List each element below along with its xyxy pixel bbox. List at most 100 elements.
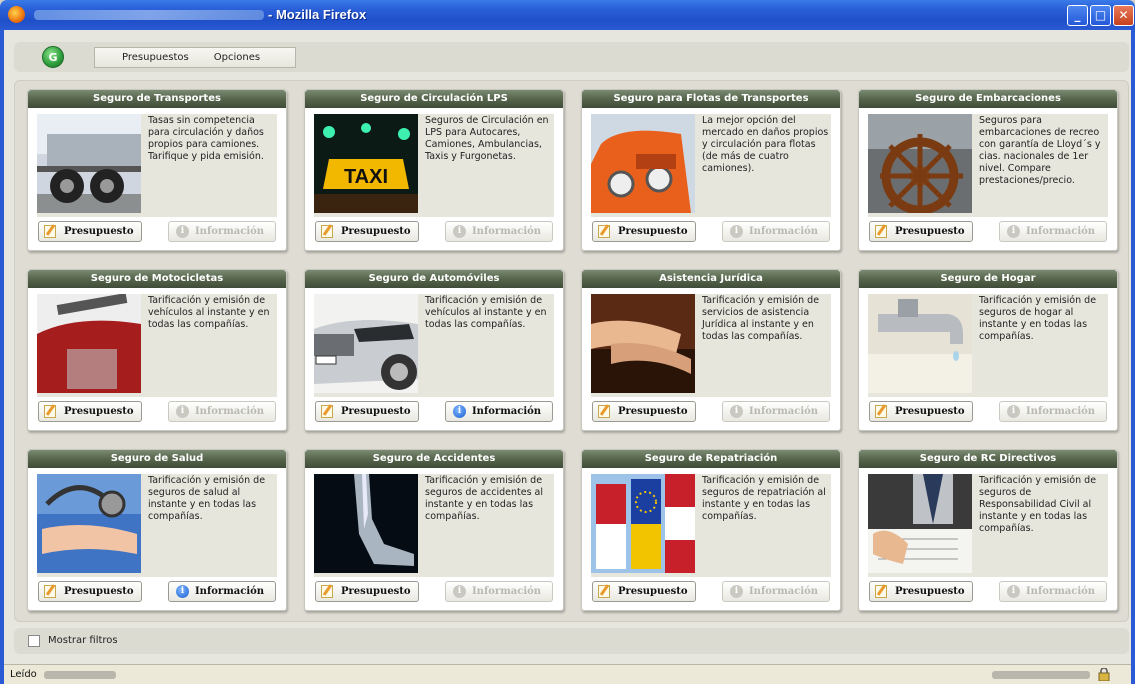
blurred-status-url: [44, 671, 116, 679]
presupuesto-button[interactable]: Presupuesto: [315, 221, 419, 242]
informacion-button[interactable]: i Información: [999, 221, 1107, 242]
card-title: Seguro de RC Directivos: [859, 450, 1117, 468]
informacion-button[interactable]: i Información: [168, 401, 276, 422]
pencil-icon: [598, 585, 610, 598]
card-title: Seguro de Motocicletas: [28, 270, 286, 288]
presupuesto-label: Presupuesto: [64, 586, 134, 597]
informacion-button[interactable]: i Información: [722, 401, 830, 422]
minimize-button[interactable]: _: [1067, 5, 1088, 26]
informacion-label: Información: [472, 406, 542, 417]
blurred-status-host: [992, 671, 1090, 679]
pencil-icon: [875, 405, 887, 418]
card-image-flags: [591, 474, 695, 573]
product-card: Seguro de Hogar Tarificación y emisión de…: [858, 269, 1118, 431]
info-icon: i: [1007, 225, 1020, 238]
presupuesto-button[interactable]: Presupuesto: [315, 401, 419, 422]
presupuesto-label: Presupuesto: [895, 226, 965, 237]
menu-item-presupuestos[interactable]: Presupuestos: [122, 52, 189, 63]
card-title: Seguro de Accidentes: [305, 450, 563, 468]
filters-bar: Mostrar filtros: [14, 628, 1129, 654]
presupuesto-label: Presupuesto: [895, 586, 965, 597]
pencil-icon: [321, 405, 333, 418]
presupuesto-button[interactable]: Presupuesto: [315, 581, 419, 602]
info-icon: i: [730, 405, 743, 418]
presupuesto-label: Presupuesto: [64, 406, 134, 417]
card-title: Seguro de Repatriación: [582, 450, 840, 468]
status-bar: Leído: [4, 664, 1131, 684]
presupuesto-button[interactable]: Presupuesto: [592, 221, 696, 242]
title-bar: - Mozilla Firefox _ □ ✕: [0, 0, 1135, 30]
app-logo-icon[interactable]: G: [42, 46, 64, 68]
card-body: La mejor opción del mercado en daños pro…: [591, 114, 831, 217]
status-text: Leído: [10, 669, 37, 680]
presupuesto-label: Presupuesto: [341, 226, 411, 237]
product-card: Seguro de RC Directivos Tarificación y em…: [858, 449, 1118, 611]
card-body: Tarificación y emisión de vehículos al i…: [314, 294, 554, 397]
card-image-signing-document: [868, 474, 972, 573]
informacion-label: Información: [749, 226, 819, 237]
main-menu: Presupuestos Opciones: [94, 47, 296, 68]
informacion-label: Información: [749, 406, 819, 417]
presupuesto-button[interactable]: Presupuesto: [592, 581, 696, 602]
blurred-url: [34, 10, 264, 20]
presupuesto-button[interactable]: Presupuesto: [869, 581, 973, 602]
card-body: Tarificación y emisión de seguros de sal…: [37, 474, 277, 577]
card-body: Tarificación y emisión de seguros de rep…: [591, 474, 831, 577]
informacion-button[interactable]: i Información: [445, 581, 553, 602]
informacion-label: Información: [1026, 586, 1096, 597]
card-body: TAXI Seguros de Circulación en LPS para A…: [314, 114, 554, 217]
informacion-label: Información: [195, 406, 265, 417]
show-filters-checkbox[interactable]: [28, 635, 40, 647]
presupuesto-button[interactable]: Presupuesto: [38, 401, 142, 422]
card-title: Asistencia Jurídica: [582, 270, 840, 288]
menu-item-opciones[interactable]: Opciones: [214, 52, 260, 63]
card-image-orange-truck: [591, 114, 695, 213]
presupuesto-button[interactable]: Presupuesto: [592, 401, 696, 422]
informacion-label: Información: [472, 586, 542, 597]
card-description: Tarificación y emisión de seguros de rep…: [702, 475, 826, 522]
informacion-button[interactable]: i Información: [445, 401, 553, 422]
pencil-icon: [44, 225, 56, 238]
lock-icon: [1098, 668, 1110, 681]
card-title: Seguro de Embarcaciones: [859, 90, 1117, 108]
card-body: Seguros para embarcaciones de recreo con…: [868, 114, 1108, 217]
product-card: Asistencia Jurídica Tarificación y emisió…: [581, 269, 841, 431]
presupuesto-label: Presupuesto: [64, 226, 134, 237]
close-button[interactable]: ✕: [1113, 5, 1134, 26]
window-title: - Mozilla Firefox: [268, 7, 367, 22]
card-image-silver-car: [314, 294, 418, 393]
presupuesto-button[interactable]: Presupuesto: [869, 401, 973, 422]
informacion-label: Información: [1026, 226, 1096, 237]
products-grid: Seguro de Transportes Tasas sin competenc…: [14, 80, 1129, 622]
card-body: Tasas sin competencia para circulación y…: [37, 114, 277, 217]
informacion-button[interactable]: i Información: [999, 401, 1107, 422]
card-body: Tarificación y emisión de seguros de Res…: [868, 474, 1108, 577]
informacion-button[interactable]: i Información: [168, 581, 276, 602]
card-body: Tarificación y emisión de servicios de a…: [591, 294, 831, 397]
card-title: Seguro de Circulación LPS: [305, 90, 563, 108]
product-card: Seguro de Transportes Tasas sin competenc…: [27, 89, 287, 251]
info-icon: i: [1007, 405, 1020, 418]
maximize-button[interactable]: □: [1090, 5, 1111, 26]
presupuesto-button[interactable]: Presupuesto: [38, 581, 142, 602]
card-description: Tarificación y emisión de vehículos al i…: [425, 295, 547, 330]
card-description: Tarificación y emisión de seguros de sal…: [148, 475, 266, 522]
informacion-button[interactable]: i Información: [722, 221, 830, 242]
informacion-label: Información: [1026, 406, 1096, 417]
info-icon: i: [730, 585, 743, 598]
pencil-icon: [875, 225, 887, 238]
product-card: Seguro de Embarcaciones Seguros para emba…: [858, 89, 1118, 251]
product-card: Seguro de Circulación LPS TAXI Seguros de …: [304, 89, 564, 251]
pencil-icon: [598, 225, 610, 238]
card-image-stethoscope: [37, 474, 141, 573]
product-card: Seguro de Accidentes Tarificación y emisi…: [304, 449, 564, 611]
informacion-button[interactable]: i Información: [168, 221, 276, 242]
info-icon: i: [176, 585, 189, 598]
card-image-faucet: [868, 294, 972, 393]
informacion-button[interactable]: i Información: [999, 581, 1107, 602]
informacion-button[interactable]: i Información: [722, 581, 830, 602]
card-description: Tarificación y emisión de servicios de a…: [702, 295, 820, 342]
informacion-button[interactable]: i Información: [445, 221, 553, 242]
presupuesto-button[interactable]: Presupuesto: [869, 221, 973, 242]
presupuesto-button[interactable]: Presupuesto: [38, 221, 142, 242]
